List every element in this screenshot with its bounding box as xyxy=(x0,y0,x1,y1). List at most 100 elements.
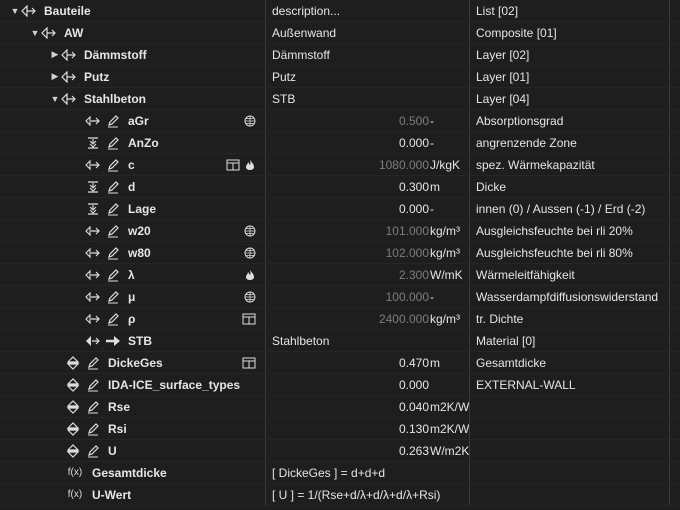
row-value[interactable]: 0.130 xyxy=(399,422,429,436)
globe-icon xyxy=(244,223,256,239)
row-label: AW xyxy=(64,25,84,40)
row-value[interactable]: 2.300 xyxy=(399,268,429,282)
row-type: List [02] xyxy=(476,3,519,18)
row-value[interactable]: 102.000 xyxy=(386,246,429,260)
row-description: angrenzende Zone xyxy=(476,135,577,150)
row-label: Dämmstoff xyxy=(84,47,147,62)
row-value[interactable]: 0.000 xyxy=(399,136,429,150)
row-label: AnZo xyxy=(128,135,159,150)
material-link-icon xyxy=(84,333,102,349)
expand-arrow-icon[interactable]: ▶ xyxy=(50,49,60,60)
tree-row-rsi[interactable]: Rsi 0.130 m2K/W xyxy=(0,418,680,440)
row-value[interactable]: 100.000 xyxy=(386,290,429,304)
row-unit: m xyxy=(430,355,440,370)
property-tree: ▼ Bauteile description... List [02] ▼ AW… xyxy=(0,0,680,510)
flame-icon xyxy=(244,267,256,283)
tree-row-agr[interactable]: aGr 0.500 - Absorptionsgrad xyxy=(0,110,680,132)
tree-row-putz[interactable]: ▶ Putz Putz Layer [01] xyxy=(0,66,680,88)
row-description: Ausgleichsfeuchte bei rli 20% xyxy=(476,223,633,238)
row-value[interactable]: 0.500 xyxy=(399,114,429,128)
row-value[interactable]: 0.300 xyxy=(399,180,429,194)
globe-icon xyxy=(244,289,256,305)
pencil-icon[interactable] xyxy=(104,179,122,195)
row-unit: J/kgK xyxy=(430,157,461,172)
inherited-value-icon xyxy=(84,311,102,327)
globe-icon xyxy=(244,113,256,129)
tree-row-w80[interactable]: w80 102.000 kg/m³ Ausgleichsfeuchte bei … xyxy=(0,242,680,264)
row-formula[interactable]: [ DickeGes ] = d+d+d xyxy=(272,466,385,480)
tree-row-aw[interactable]: ▼ AW Außenwand Composite [01] xyxy=(0,22,680,44)
row-description: spez. Wärmekapazität xyxy=(476,157,595,172)
tree-row-bauteile[interactable]: ▼ Bauteile description... List [02] xyxy=(0,0,680,22)
pencil-icon[interactable] xyxy=(104,223,122,239)
collapse-arrow-icon[interactable]: ▼ xyxy=(50,94,60,104)
row-value[interactable]: 0.000 xyxy=(399,202,429,216)
row-type: Layer [04] xyxy=(476,91,530,106)
pencil-icon[interactable] xyxy=(84,443,102,459)
local-value-icon xyxy=(84,135,102,151)
row-type: Layer [02] xyxy=(476,47,530,62)
expand-arrow-icon[interactable]: ▶ xyxy=(50,71,60,82)
sort-arrows-icon xyxy=(64,355,82,371)
pencil-icon[interactable] xyxy=(104,245,122,261)
tree-row-daemmstoff[interactable]: ▶ Dämmstoff Dämmstoff Layer [02] xyxy=(0,44,680,66)
function-icon: f(x) xyxy=(67,489,83,500)
tree-row-c[interactable]: c 1080.000 J/kgK spez. Wärmekapazität xyxy=(0,154,680,176)
tree-row-lambda[interactable]: λ 2.300 W/mK Wärmeleitfähigkeit xyxy=(0,264,680,286)
pencil-icon[interactable] xyxy=(84,377,102,393)
tree-row-rho[interactable]: ρ 2400.000 kg/m³ tr. Dichte xyxy=(0,308,680,330)
tree-row-stahlbeton[interactable]: ▼ Stahlbeton STB Layer [04] xyxy=(0,88,680,110)
tree-row-u[interactable]: U 0.263 W/m2K xyxy=(0,440,680,462)
tree-row-gesamtdicke[interactable]: f(x) Gesamtdicke [ DickeGes ] = d+d+d xyxy=(0,462,680,484)
tree-row-d[interactable]: d 0.300 m Dicke xyxy=(0,176,680,198)
sort-arrows-icon xyxy=(64,399,82,415)
pencil-icon[interactable] xyxy=(104,201,122,217)
pencil-icon[interactable] xyxy=(104,135,122,151)
row-description: Wärmeleitfähigkeit xyxy=(476,267,575,282)
arrow-right-icon xyxy=(104,333,122,349)
row-unit: m2K/W xyxy=(430,421,470,436)
collapse-arrow-icon[interactable]: ▼ xyxy=(30,28,40,38)
pencil-icon[interactable] xyxy=(84,421,102,437)
row-label: U xyxy=(108,443,117,458)
row-value[interactable]: 0.000 xyxy=(399,378,429,392)
row-value[interactable]: 0.263 xyxy=(399,444,429,458)
pencil-icon[interactable] xyxy=(104,113,122,129)
row-value[interactable]: 2400.000 xyxy=(379,312,429,326)
row-description: Putz xyxy=(272,69,297,84)
row-label: λ xyxy=(128,267,135,282)
inherited-value-icon xyxy=(84,267,102,283)
tree-row-anzo[interactable]: AnZo 0.000 - angrenzende Zone xyxy=(0,132,680,154)
tree-row-mu[interactable]: μ 100.000 - Wasserdampfdiffusionswiderst… xyxy=(0,286,680,308)
tree-row-u-wert[interactable]: f(x) U-Wert [ U ] = 1/(Rse+d/λ+d/λ+d/λ+R… xyxy=(0,484,680,506)
function-icon: f(x) xyxy=(67,467,83,478)
row-value[interactable]: 0.470 xyxy=(399,356,429,370)
row-description: Absorptionsgrad xyxy=(476,113,564,128)
row-unit: kg/m³ xyxy=(430,223,460,238)
row-label: aGr xyxy=(128,113,149,128)
row-value[interactable]: 0.040 xyxy=(399,400,429,414)
collapse-arrow-icon[interactable]: ▼ xyxy=(10,6,20,16)
tree-row-w20[interactable]: w20 101.000 kg/m³ Ausgleichsfeuchte bei … xyxy=(0,220,680,242)
row-unit: - xyxy=(430,113,434,128)
row-description: Ausgleichsfeuchte bei rli 80% xyxy=(476,245,633,260)
pencil-icon[interactable] xyxy=(104,157,122,173)
node-icon xyxy=(60,69,78,85)
tree-row-dickeges[interactable]: DickeGes 0.470 m Gesamtdicke xyxy=(0,352,680,374)
row-value[interactable]: 1080.000 xyxy=(379,158,429,172)
tree-row-lage[interactable]: Lage 0.000 - innen (0) / Aussen (-1) / E… xyxy=(0,198,680,220)
pencil-icon[interactable] xyxy=(104,289,122,305)
tree-row-stb[interactable]: STB Stahlbeton Material [0] xyxy=(0,330,680,352)
pencil-icon[interactable] xyxy=(84,355,102,371)
row-unit: - xyxy=(430,201,434,216)
row-label: Gesamtdicke xyxy=(92,465,167,480)
pencil-icon[interactable] xyxy=(84,399,102,415)
globe-icon xyxy=(244,245,256,261)
tree-row-rse[interactable]: Rse 0.040 m2K/W xyxy=(0,396,680,418)
table-link-icon xyxy=(242,355,256,371)
pencil-icon[interactable] xyxy=(104,311,122,327)
pencil-icon[interactable] xyxy=(104,267,122,283)
row-formula[interactable]: [ U ] = 1/(Rse+d/λ+d/λ+d/λ+Rsi) xyxy=(272,488,440,502)
row-value[interactable]: 101.000 xyxy=(386,224,429,238)
tree-row-ida-ice-surface-types[interactable]: IDA-ICE_surface_types 0.000 EXTERNAL-WAL… xyxy=(0,374,680,396)
